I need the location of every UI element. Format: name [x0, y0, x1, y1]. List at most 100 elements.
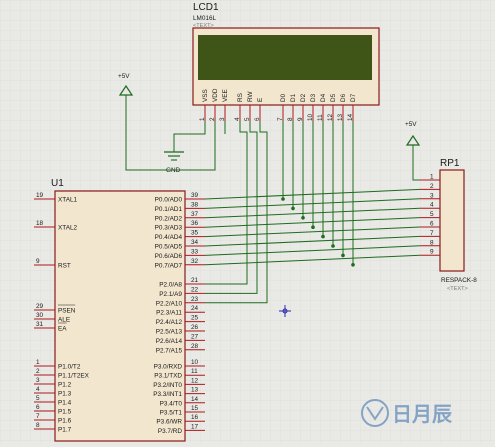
mcu-pin-name: P0.3/AD3 [155, 225, 183, 232]
respack-pin-number: 1 [430, 174, 434, 181]
respack-part-name: RESPACK-8 [441, 277, 477, 284]
lcd-pin-number: 2 [209, 117, 216, 121]
mcu-pin-number: 16 [191, 414, 199, 421]
lcd-pin-name: D1 [290, 93, 297, 102]
lcd-pin-number: 13 [337, 113, 344, 121]
mcu-pin-name: P0.6/AD6 [155, 253, 183, 260]
mcu-pin-name: ALE [58, 317, 70, 324]
lcd-pin-name: VDD [212, 88, 219, 102]
mcu-pin-name: P0.4/AD4 [155, 234, 183, 241]
lcd-pin-name: VSS [202, 89, 209, 102]
junction-dot [351, 263, 355, 267]
mcu-pin-number: 14 [191, 396, 199, 403]
mcu-pin-name: P3.2/INT0 [153, 382, 182, 389]
mcu-pin-name: P0.0/AD0 [155, 197, 183, 204]
mcu-pin-name: P2.6/A14 [156, 338, 183, 345]
mcu-pin-name: P3.4/T0 [160, 400, 183, 407]
respack-pin-number: 9 [430, 249, 434, 256]
mcu-pin-number: 33 [191, 248, 199, 255]
mcu-pin-number: 38 [191, 201, 199, 208]
lcd-pin-number: 6 [254, 117, 261, 121]
junction-dot [321, 234, 325, 239]
mcu-pin-number: 2 [36, 368, 40, 375]
junction-dot [331, 244, 335, 248]
lcd-pin-name: RW [247, 91, 254, 102]
mcu-pin-number: 39 [191, 192, 199, 199]
mcu-pin-number: 27 [191, 333, 199, 340]
lcd-pin-number: 7 [277, 117, 284, 121]
lcd-pin-name: D5 [330, 93, 337, 102]
respack-text-tag: <TEXT> [447, 286, 468, 292]
lcd-pin-number: 1 [199, 117, 206, 121]
lcd-pin-name: VEE [222, 89, 229, 102]
lcd-pin-number: 14 [347, 113, 354, 121]
mcu-pin-name: P0.5/AD5 [155, 244, 183, 251]
lcd-pin-number: 9 [297, 117, 304, 121]
mcu-pin-name: P1.6 [58, 418, 72, 425]
lcd-pin-number: 3 [219, 117, 226, 121]
mcu-pin-number: 4 [36, 386, 40, 393]
mcu-pin-number: 19 [36, 192, 44, 199]
mcu-pin-name: P3.3/INT1 [153, 391, 182, 398]
lcd-pin-name: E [257, 98, 264, 102]
mcu-pin-name: P2.0/A8 [159, 282, 182, 289]
mcu-pin-name: P0.7/AD7 [155, 262, 183, 269]
lcd-pin-number: 12 [327, 113, 334, 121]
mcu-pin-number: 8 [36, 422, 40, 429]
mcu-pin-number: 23 [191, 296, 199, 303]
mcu-pin-name: P2.4/A12 [156, 319, 183, 326]
lcd-screen [198, 35, 372, 80]
mcu-pin-name: P2.7/A15 [156, 347, 183, 354]
lcd-pin-name: RS [237, 93, 244, 102]
mcu-pin-name: P1.0/T2 [58, 364, 81, 371]
respack-body[interactable] [439, 169, 465, 272]
mcu-pin-number: 3 [36, 377, 40, 384]
mcu-designator: U1 [51, 178, 64, 189]
respack-pin-number: 8 [430, 239, 434, 246]
lcd-designator: LCD1 [193, 2, 219, 13]
mcu-pin-number: 9 [36, 258, 40, 265]
mcu-pin-number: 31 [36, 321, 44, 328]
mcu-component[interactable]: U1 19 XTAL1 18 XTAL2 9 RST 29 PSEN 30 ALE 31 EA 1 P1.… [34, 178, 205, 442]
mcu-pin-name: P1.5 [58, 409, 72, 416]
mcu-pin-name: PSEN [58, 308, 76, 315]
mcu-pin-number: 18 [36, 220, 44, 227]
mcu-pin-number: 26 [191, 324, 199, 331]
mcu-pin-number: 6 [36, 404, 40, 411]
mcu-pin-number: 21 [191, 277, 199, 284]
mcu-pin-number: 34 [191, 239, 199, 246]
mcu-pin-number: 37 [191, 211, 199, 218]
respack-pin-number: 6 [430, 221, 434, 228]
mcu-pin-number: 11 [191, 368, 198, 375]
watermark-text: 日月辰 [392, 402, 453, 426]
mcu-pin-name: P1.2 [58, 382, 72, 389]
mcu-pin-name: P2.5/A13 [156, 329, 183, 336]
schematic-canvas[interactable]: LCD1 LM016L <TEXT> VSS 1 VDD 2 VEE 3 RS 4 RW 5 E 6 D… [0, 0, 495, 442]
mcu-pin-name: P0.2/AD2 [155, 215, 183, 222]
mcu-pin-name: EA [58, 326, 67, 333]
mcu-pin-number: 22 [191, 286, 199, 293]
mcu-pin-number: 36 [191, 220, 199, 227]
lcd-pin-number: 5 [244, 117, 251, 121]
lcd-pin-name: D2 [300, 93, 307, 102]
junction-dot [281, 197, 285, 201]
junction-dot [341, 253, 345, 258]
lcd-pin-number: 8 [287, 117, 294, 121]
mcu-pin-number: 1 [36, 359, 40, 366]
respack-pin-number: 7 [430, 230, 434, 237]
mcu-pin-name: P1.3 [58, 391, 72, 398]
mcu-pin-number: 7 [36, 413, 40, 420]
lcd-pin-number: 10 [307, 113, 314, 121]
vcc-right-label: +5V [405, 121, 417, 128]
mcu-pin-number: 5 [36, 395, 40, 402]
lcd-pin-name: D4 [320, 93, 327, 102]
junction-dot [301, 216, 305, 220]
mcu-pin-name: RST [58, 263, 71, 270]
vcc-left-label: +5V [118, 73, 130, 80]
mcu-pin-name: P3.7/RD [158, 428, 183, 435]
lcd-pin-name: D0 [280, 93, 287, 102]
mcu-pin-name: P2.2/A10 [156, 300, 183, 307]
schematic-svg[interactable]: LCD1 LM016L <TEXT> VSS 1 VDD 2 VEE 3 RS 4 RW 5 E 6 D… [0, 0, 495, 442]
mcu-pin-number: 28 [191, 343, 199, 350]
respack-pin-number: 4 [430, 202, 434, 209]
